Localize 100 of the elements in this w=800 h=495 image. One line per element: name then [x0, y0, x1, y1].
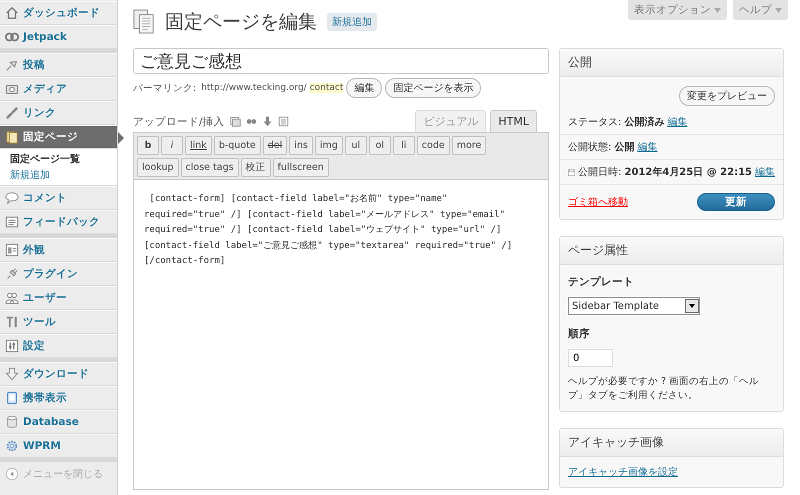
tools-icon — [5, 315, 19, 329]
pointer-icon — [118, 132, 124, 144]
menu-item[interactable]: メディア — [0, 77, 117, 101]
help-text: ヘルプが必要ですか ? 画面の右上の「ヘルプ」タブをご利用ください。 — [568, 375, 760, 403]
menu-item[interactable]: 設定 — [0, 334, 117, 358]
permalink-button[interactable]: 編集 — [346, 78, 382, 98]
menu-item[interactable]: ダッシュボード — [0, 1, 117, 25]
camera-icon — [5, 82, 19, 96]
code-line: [contact-form] [contact-field label="お名前" type="name" — [148, 192, 448, 206]
menu-label: メディア — [23, 82, 67, 96]
status-label: 公開日時: — [578, 166, 622, 179]
menu-item[interactable]: WPRM — [0, 434, 117, 458]
quicktag-button[interactable]: i — [161, 136, 183, 155]
menu-label: メニューを閉じる — [23, 468, 103, 481]
plug-icon — [5, 267, 19, 281]
permalink-slug[interactable]: contact — [310, 83, 344, 93]
update-button[interactable]: 更新 — [697, 193, 775, 211]
quicktag-button[interactable]: del — [262, 136, 288, 155]
screen-tab[interactable]: ヘルプ — [733, 0, 788, 20]
speech-bubble-icon — [5, 191, 19, 205]
menu-label: 設定 — [23, 339, 45, 353]
quicktag-button[interactable]: b — [137, 136, 159, 155]
title-field[interactable]: ご意見ご感想 — [133, 48, 549, 74]
menu-label: リンク — [23, 106, 56, 120]
quicktag-button[interactable]: ul — [344, 136, 367, 155]
template-dropdown[interactable]: Sidebar Template — [568, 297, 700, 315]
caret-icon — [714, 8, 721, 12]
menu-label: 外観 — [23, 243, 45, 257]
code-line: required="true" /] [contact-field label="メールアドレス" type="email" — [144, 208, 506, 222]
quicktag-button[interactable]: link — [185, 136, 212, 155]
pages-icon — [133, 9, 155, 35]
menu-item[interactable]: フィードバック — [0, 210, 117, 234]
screen-tab[interactable]: 表示オプション — [628, 0, 727, 20]
menu-label: 携帯表示 — [23, 391, 67, 405]
quicktag-button[interactable]: img — [314, 136, 343, 155]
gears-icon — [5, 30, 19, 44]
edit-link[interactable]: 編集 — [637, 140, 658, 154]
calendar-icon — [568, 166, 576, 178]
menu-label: コメント — [23, 191, 67, 205]
phone-icon — [5, 391, 19, 405]
menu-label: WPRM — [23, 440, 61, 452]
image-icon[interactable] — [230, 116, 241, 127]
menu-label: 投稿 — [23, 58, 45, 72]
menu-label: Jetpack — [23, 31, 67, 43]
preview-button[interactable]: 変更をプレビュー — [679, 86, 775, 106]
menu-item[interactable]: 外観 — [0, 238, 117, 262]
code-line: [/contact-form] — [144, 255, 226, 268]
quicktag-button[interactable]: ol — [368, 136, 391, 155]
menu-label: 固定ページ — [23, 130, 78, 144]
status-value: 2012年4月25日 @ 22:15 — [624, 166, 752, 179]
edit-link[interactable]: 編集 — [755, 165, 775, 179]
pages-icon — [5, 130, 19, 144]
menu-item[interactable]: 携帯表示 — [0, 386, 117, 410]
form-icon — [5, 215, 19, 229]
quicktag-button[interactable]: lookup — [137, 158, 179, 177]
menu-label: ツール — [23, 315, 56, 329]
add-new-button[interactable]: 新規追加 — [327, 13, 377, 31]
submenu-item[interactable]: 新規追加 — [10, 167, 117, 183]
permalink-button[interactable]: 固定ページを表示 — [385, 78, 482, 98]
menu-item[interactable]: Database — [0, 410, 117, 434]
menu-label: ユーザー — [23, 291, 67, 305]
trash-link[interactable]: ゴミ箱へ移動 — [568, 195, 628, 209]
code-line: required="true" /] [contact-field label="ウェブサイト" type="url" /] — [144, 224, 502, 237]
database-icon — [5, 415, 19, 429]
down-arrow-icon — [5, 367, 19, 381]
editor-tab[interactable]: HTML — [490, 110, 537, 132]
sliders-icon — [5, 339, 19, 353]
menu-item[interactable]: Jetpack — [0, 25, 117, 49]
quicktag-button[interactable]: b-quote — [214, 136, 261, 155]
menu-item[interactable]: 投稿 — [0, 53, 117, 77]
quicktag-button[interactable]: more — [452, 136, 486, 155]
box-title: 公開 — [560, 49, 783, 77]
order-label: 順序 — [568, 327, 591, 341]
menu-item[interactable]: プラグイン — [0, 262, 117, 286]
code-line: [contact-field label="ご意見ご感想" type="textarea" required="true" /] — [144, 240, 514, 252]
caret-icon — [775, 8, 782, 12]
menu-label: Database — [23, 416, 79, 428]
down-arrow-icon[interactable] — [262, 116, 273, 127]
box-title: ページ属性 — [560, 237, 783, 265]
menu-label: プラグイン — [23, 267, 78, 281]
quicktag-button[interactable]: fullscreen — [272, 158, 329, 177]
menu-item[interactable]: ツール — [0, 310, 117, 334]
menu-label: ダウンロード — [23, 367, 89, 381]
menu-item[interactable]: ユーザー — [0, 286, 117, 310]
dots-icon[interactable] — [246, 116, 257, 127]
set-featured-image-link[interactable]: アイキャッチ画像を設定 — [568, 467, 678, 478]
quicktag-button[interactable]: li — [392, 136, 415, 155]
menu-item[interactable]: コメント — [0, 186, 117, 210]
gear-icon — [5, 439, 19, 453]
quicktag-button[interactable]: ins — [289, 136, 313, 155]
quicktag-button[interactable]: close tags — [180, 158, 239, 177]
box-title: アイキャッチ画像 — [560, 429, 783, 457]
list-icon[interactable] — [278, 116, 289, 127]
quicktag-button[interactable]: 校正 — [240, 158, 271, 177]
submenu-item[interactable]: 固定ページ一覧 — [10, 151, 117, 167]
menu-item[interactable]: ダウンロード — [0, 362, 117, 386]
order-field[interactable]: 0 — [568, 349, 613, 367]
quicktag-button[interactable]: code — [416, 136, 450, 155]
edit-link[interactable]: 編集 — [667, 115, 688, 129]
status-label: ステータス: — [568, 116, 622, 129]
